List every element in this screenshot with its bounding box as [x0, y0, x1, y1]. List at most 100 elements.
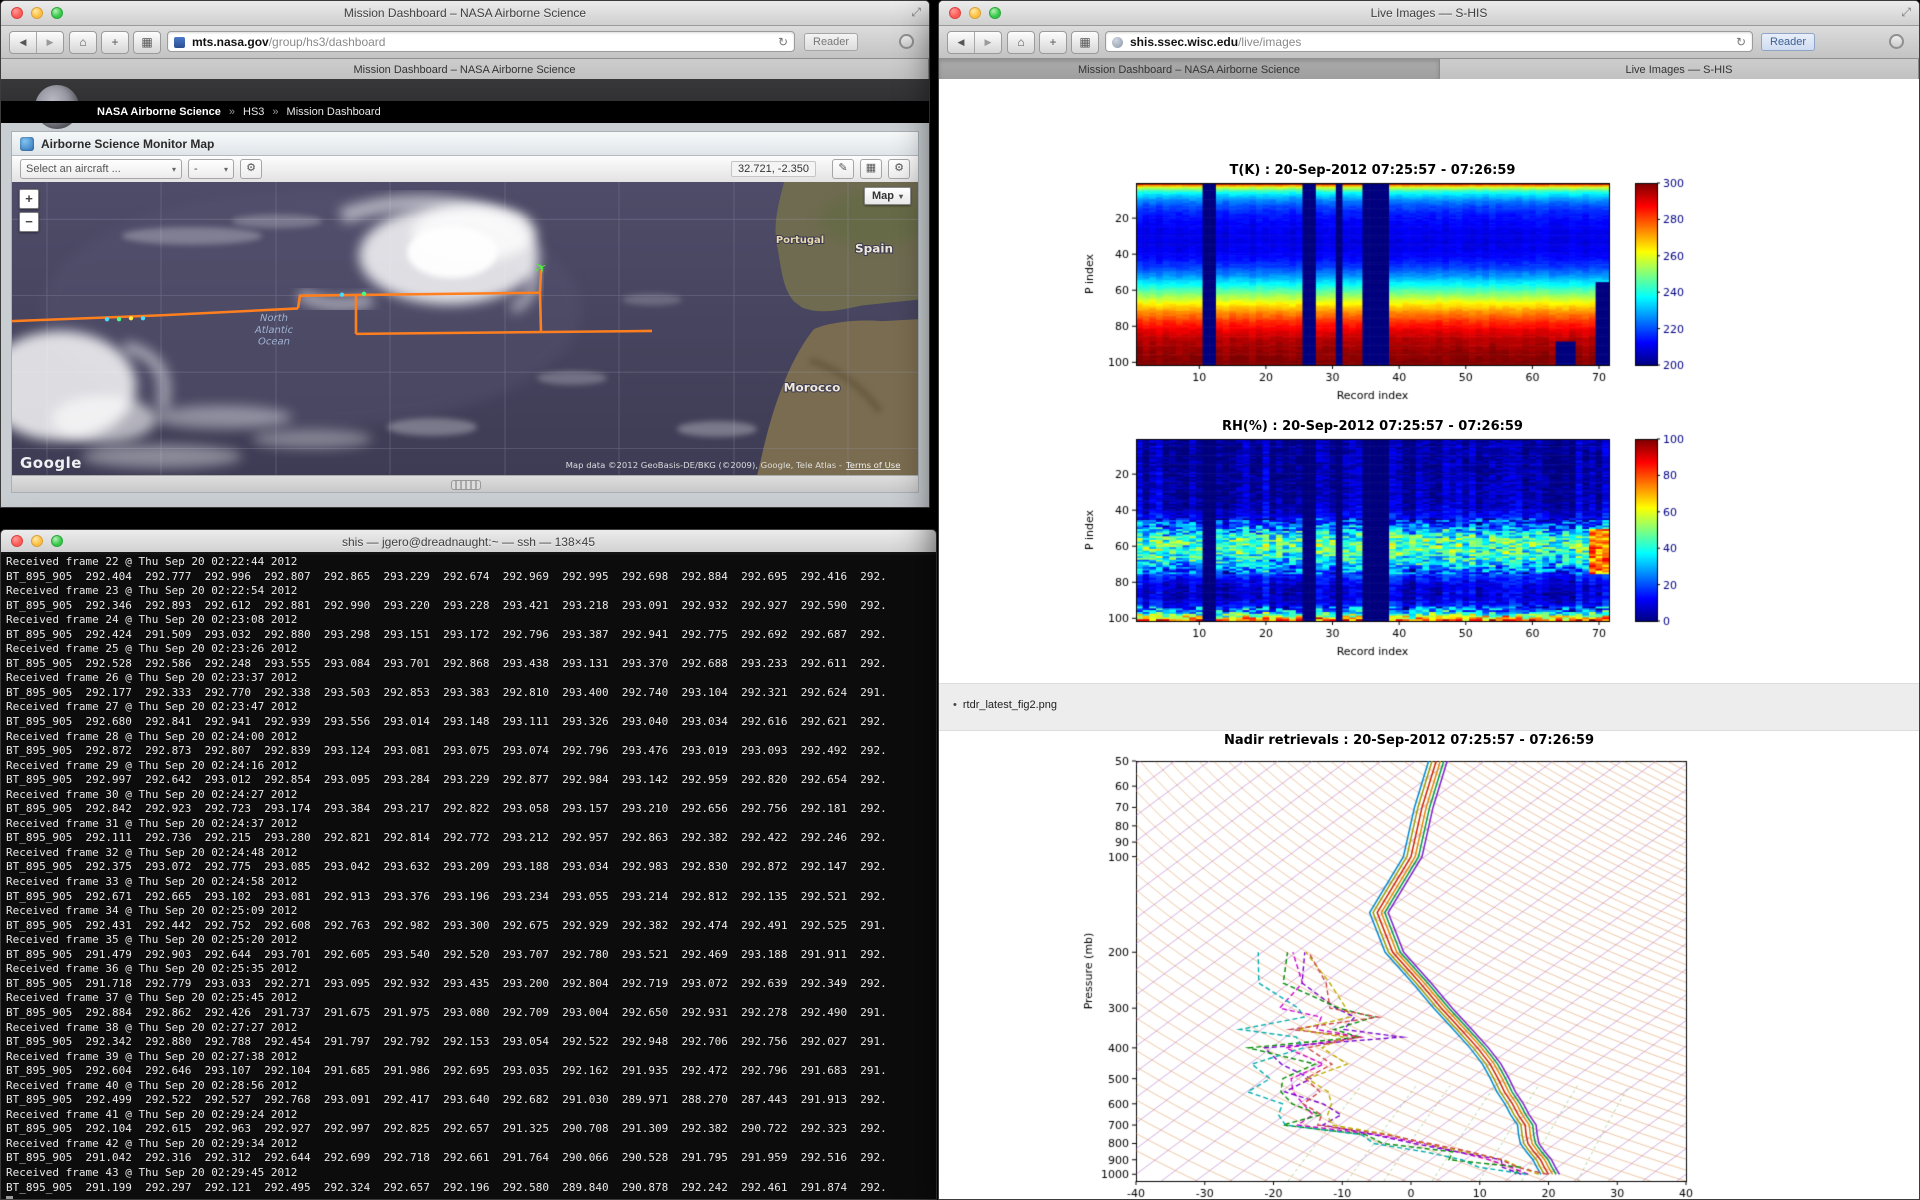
- back-button[interactable]: ◀: [948, 32, 974, 53]
- new-tab-button[interactable]: +: [101, 31, 129, 54]
- aircraft-select[interactable]: Select an aircraft ... ▾: [20, 159, 182, 179]
- tab-mission-dashboard[interactable]: Mission Dashboard – NASA Airborne Scienc…: [939, 59, 1440, 81]
- zoom-in-button[interactable]: +: [19, 189, 39, 209]
- satellite-map[interactable]: ✈ Portugal Spain Morocco North Atlantic …: [12, 182, 918, 476]
- terminal-line: BT_895_905 292.404 292.777 292.996 292.8…: [6, 570, 936, 585]
- forward-button[interactable]: ▶: [974, 32, 1001, 53]
- fullscreen-icon[interactable]: ⤢: [911, 5, 921, 20]
- humidity-heatmap: [1079, 431, 1739, 681]
- back-button[interactable]: ◀: [10, 32, 36, 53]
- breadcrumb-mission-dashboard[interactable]: Mission Dashboard: [287, 106, 381, 118]
- browser-toolbar: ◀ ▶ ⌂ + ▦ shis.ssec.wisc.edu/live/images…: [939, 26, 1919, 59]
- downloads-icon[interactable]: [899, 34, 914, 49]
- top-sites-button[interactable]: ▦: [133, 31, 161, 54]
- chevron-down-icon: ▾: [899, 192, 903, 201]
- traffic-lights: [11, 7, 63, 19]
- terminal-line: Received frame 23 @ Thu Sep 20 02:22:54 …: [6, 584, 936, 599]
- downloads-icon[interactable]: [1889, 34, 1904, 49]
- zoom-window-icon[interactable]: [51, 7, 63, 19]
- breadcrumb-hs3[interactable]: HS3: [243, 106, 264, 118]
- secondary-select-value: -: [194, 161, 198, 178]
- pencil-icon[interactable]: ✎: [832, 159, 854, 179]
- tab-live-images[interactable]: Live Images –– S-HIS: [1440, 59, 1919, 81]
- file-caption-row: •rtdr_latest_fig2.png: [953, 699, 1057, 711]
- terminal-line: BT_895_905 291.199 292.297 292.121 292.4…: [6, 1181, 936, 1196]
- browser-window-mission-dashboard: Mission Dashboard – NASA Airborne Scienc…: [0, 0, 930, 508]
- terminal-line: BT_895_905 292.872 292.873 292.807 292.8…: [6, 744, 936, 759]
- close-icon[interactable]: [11, 535, 23, 547]
- gear-icon[interactable]: ⚙: [240, 159, 262, 179]
- reader-button[interactable]: Reader: [804, 33, 858, 51]
- chevron-right-icon: »: [229, 106, 235, 118]
- zoom-window-icon[interactable]: [51, 535, 63, 547]
- chevron-right-icon: »: [272, 106, 278, 118]
- traffic-lights: [949, 7, 1001, 19]
- home-button[interactable]: ⌂: [69, 31, 97, 54]
- terminal-line: Received frame 32 @ Thu Sep 20 02:24:48 …: [6, 846, 936, 861]
- terminal-line: BT_895_905 291.718 292.779 293.033 292.2…: [6, 977, 936, 992]
- close-icon[interactable]: [949, 7, 961, 19]
- terminal-line: Received frame 42 @ Thu Sep 20 02:29:34 …: [6, 1137, 936, 1152]
- terminal-line: BT_895_905 292.884 292.862 292.426 291.7…: [6, 1006, 936, 1021]
- site-favicon-icon: [1112, 37, 1123, 48]
- terminal-window: shis — jgero@dreadnaught:~ — ssh — 138×4…: [0, 529, 937, 1200]
- breadcrumb-nasa-airborne-science[interactable]: NASA Airborne Science: [97, 106, 221, 118]
- terminal-cursor: [6, 1196, 13, 1199]
- terminal-line: Received frame 28 @ Thu Sep 20 02:24:00 …: [6, 730, 936, 745]
- grid-icon[interactable]: ▦: [860, 159, 882, 179]
- terminal-line: BT_895_905 292.604 292.646 293.107 292.1…: [6, 1064, 936, 1079]
- minimize-icon[interactable]: [969, 7, 981, 19]
- map-toolbar: Select an aircraft ... ▾ - ▾ ⚙ 32.721, -…: [12, 156, 918, 183]
- terminal-line: Received frame 38 @ Thu Sep 20 02:27:27 …: [6, 1021, 936, 1036]
- address-bar[interactable]: shis.ssec.wisc.edu/live/images ↻: [1105, 31, 1753, 52]
- window-titlebar[interactable]: Mission Dashboard – NASA Airborne Scienc…: [1, 1, 929, 26]
- file-caption-link[interactable]: rtdr_latest_fig2.png: [963, 699, 1057, 711]
- reload-icon[interactable]: ↻: [778, 32, 788, 52]
- zoom-window-icon[interactable]: [989, 7, 1001, 19]
- home-button[interactable]: ⌂: [1007, 31, 1035, 54]
- reload-icon[interactable]: ↻: [1736, 32, 1746, 52]
- panel-title: Airborne Science Monitor Map: [41, 137, 214, 151]
- terminal-content[interactable]: Received frame 22 @ Thu Sep 20 02:22:44 …: [1, 552, 936, 1199]
- terminal-line: Received frame 34 @ Thu Sep 20 02:25:09 …: [6, 904, 936, 919]
- terminal-line: Received frame 39 @ Thu Sep 20 02:27:38 …: [6, 1050, 936, 1065]
- terminal-line: BT_895_905 292.375 293.072 292.775 293.0…: [6, 860, 936, 875]
- window-title: Live Images –– S-HIS: [1019, 6, 1839, 20]
- map-attribution: Map data ©2012 GeoBasis-DE/BKG (©2009), …: [566, 460, 842, 470]
- terms-of-use-link[interactable]: Terms of Use: [845, 460, 900, 470]
- terminal-line: BT_895_905 292.111 292.736 292.215 293.2…: [6, 831, 936, 846]
- secondary-select[interactable]: - ▾: [188, 159, 234, 179]
- settings-gear-icon[interactable]: ⚙: [888, 159, 910, 179]
- label-portugal: Portugal: [776, 235, 824, 246]
- panel-bottom-bar: [12, 475, 918, 492]
- url-path: /group/hs3/dashboard: [269, 35, 386, 49]
- terminal-line: Received frame 29 @ Thu Sep 20 02:24:16 …: [6, 759, 936, 774]
- label-ocean-2: Atlantic: [254, 325, 294, 336]
- fullscreen-icon[interactable]: ⤢: [1901, 5, 1911, 20]
- terminal-line: Received frame 30 @ Thu Sep 20 02:24:27 …: [6, 788, 936, 803]
- terminal-line: Received frame 31 @ Thu Sep 20 02:24:37 …: [6, 817, 936, 832]
- zoom-out-button[interactable]: −: [19, 212, 39, 232]
- terminal-line: Received frame 22 @ Thu Sep 20 02:22:44 …: [6, 555, 936, 570]
- window-titlebar[interactable]: Live Images –– S-HIS ⤢: [939, 1, 1919, 26]
- new-tab-button[interactable]: +: [1039, 31, 1067, 54]
- top-sites-button[interactable]: ▦: [1071, 31, 1099, 54]
- window-title: Mission Dashboard – NASA Airborne Scienc…: [81, 6, 849, 20]
- close-icon[interactable]: [11, 7, 23, 19]
- terminal-line: BT_895_905 292.424 291.509 293.032 292.8…: [6, 628, 936, 643]
- reader-button[interactable]: Reader: [1761, 33, 1815, 51]
- terminal-line: BT_895_905 292.528 292.586 292.248 293.5…: [6, 657, 936, 672]
- image-caption-strip: •rtdr_latest_fig2.png: [939, 683, 1919, 731]
- url-path: /live/images: [1238, 35, 1301, 49]
- address-bar[interactable]: mts.nasa.gov/group/hs3/dashboard ↻: [167, 31, 795, 52]
- tab-mission-dashboard[interactable]: Mission Dashboard – NASA Airborne Scienc…: [1, 59, 929, 81]
- minimize-icon[interactable]: [31, 7, 43, 19]
- label-ocean-1: North: [260, 313, 288, 324]
- map-type-button[interactable]: Map ▾: [864, 187, 911, 205]
- panel-header: Airborne Science Monitor Map: [12, 132, 918, 156]
- forward-button[interactable]: ▶: [36, 32, 63, 53]
- browser-toolbar: ◀ ▶ ⌂ + ▦ mts.nasa.gov/group/hs3/dashboa…: [1, 26, 929, 59]
- minimize-icon[interactable]: [31, 535, 43, 547]
- browser-window-live-images: Live Images –– S-HIS ⤢ ◀ ▶ ⌂ + ▦ shis.ss…: [938, 0, 1920, 1200]
- resize-handle[interactable]: [451, 480, 481, 490]
